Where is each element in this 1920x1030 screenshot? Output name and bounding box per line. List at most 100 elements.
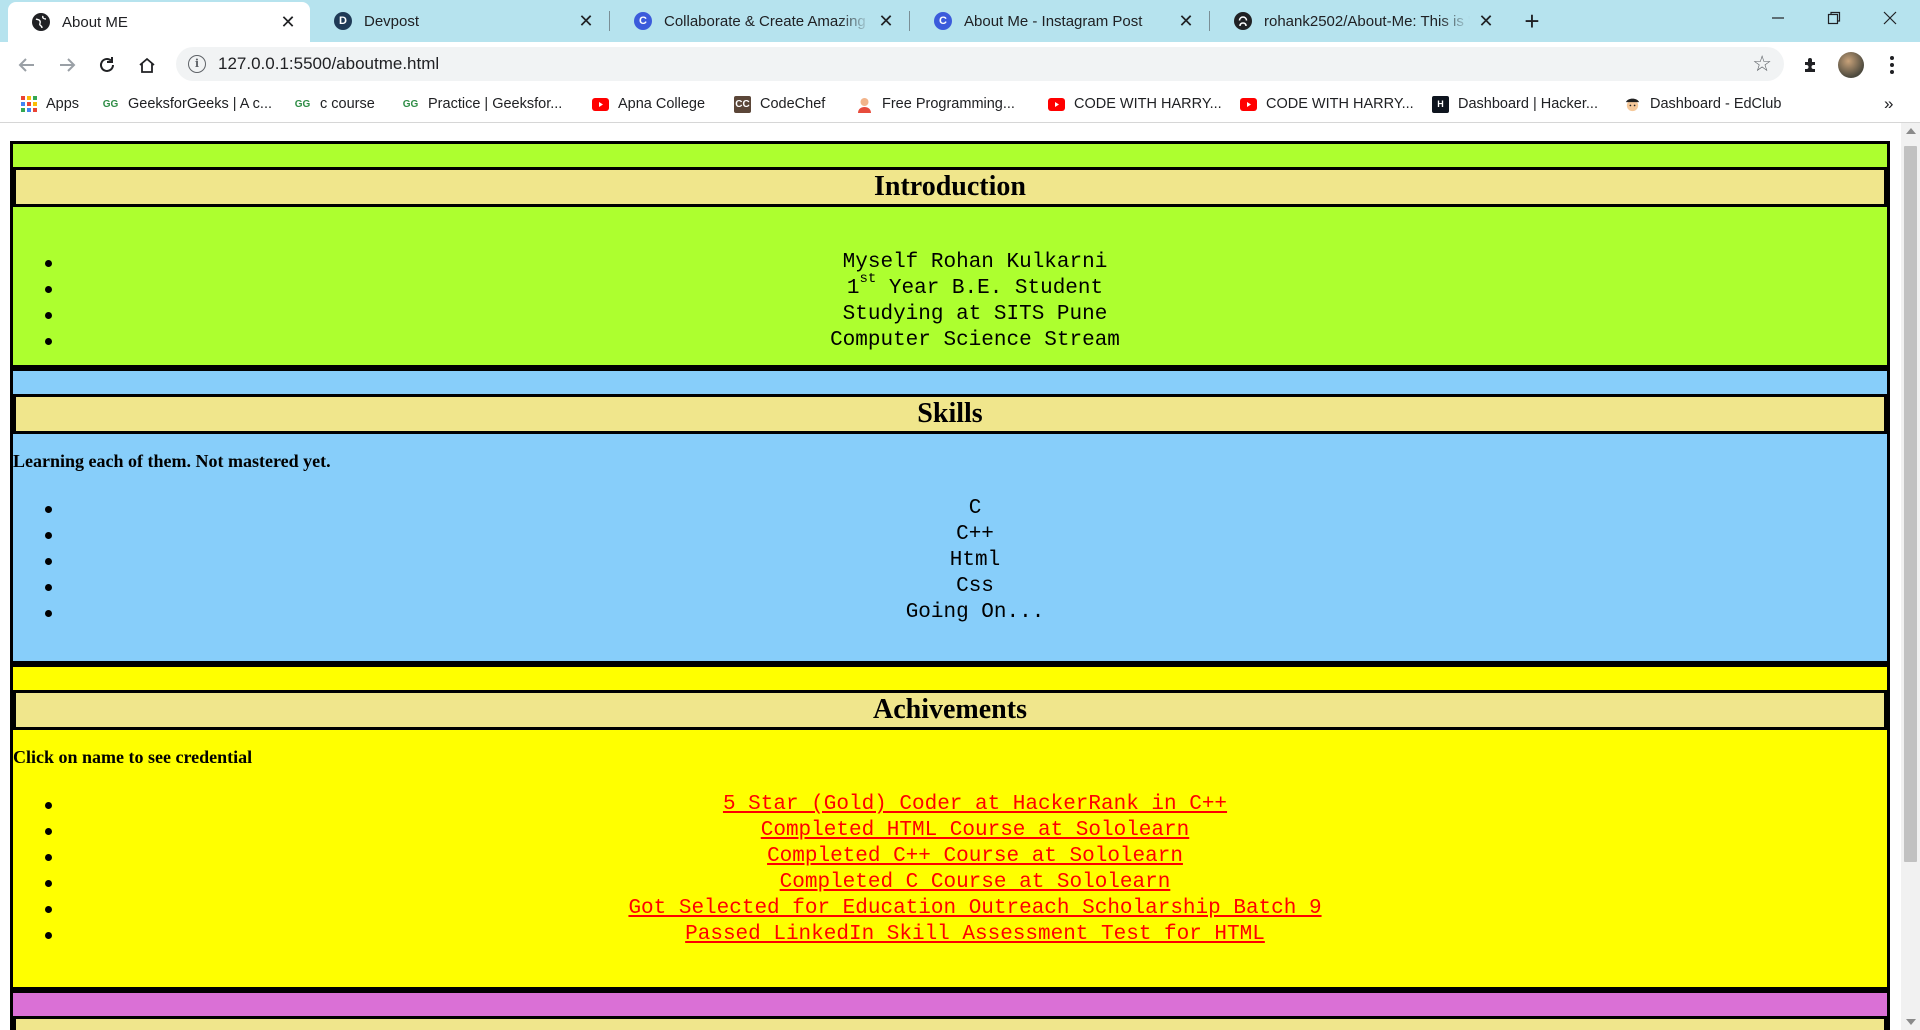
- tab-about-me[interactable]: About ME ✕: [8, 2, 310, 42]
- minimize-icon[interactable]: [1750, 0, 1806, 36]
- hackerrank-icon: H: [1432, 95, 1449, 113]
- devpost-icon: D: [334, 12, 352, 30]
- youtube-icon: [1048, 96, 1065, 113]
- bookmark-label: Practice | Geeksfor...: [428, 96, 563, 112]
- github-icon: [1234, 12, 1252, 30]
- credential-link-html-course[interactable]: Completed HTML Course at Sololearn: [761, 819, 1189, 842]
- more-bookmarks-icon[interactable]: »: [1884, 94, 1893, 114]
- credential-link-cpp-course[interactable]: Completed C++ Course at Sololearn: [767, 845, 1183, 868]
- tab-collaborate[interactable]: C Collaborate & Create Amazing G ✕: [610, 0, 908, 42]
- list-item: Html: [13, 548, 1887, 574]
- gfg-icon: GG: [294, 98, 311, 110]
- reload-icon[interactable]: [92, 50, 122, 80]
- tab-title: Devpost: [364, 12, 420, 30]
- menu-icon[interactable]: [1882, 50, 1902, 80]
- bookmark-star-icon[interactable]: ☆: [1752, 51, 1772, 77]
- bookmark-label: Dashboard | Hacker...: [1458, 96, 1598, 112]
- introduction-list: Myself Rohan Kulkarni 1st Year B.E. Stud…: [13, 250, 1887, 354]
- skills-list: C C++ Html Css Going On...: [13, 496, 1887, 626]
- bookmarks-bar: Apps GG GeeksforGeeks | A c... GG c cour…: [0, 87, 1920, 123]
- list-item: Going On...: [13, 600, 1887, 626]
- scrollbar-thumb[interactable]: [1904, 146, 1917, 862]
- list-item: 1st Year B.E. Student: [13, 272, 1887, 302]
- bookmark-label: Dashboard - EdClub: [1650, 96, 1782, 112]
- bookmark-codechef[interactable]: CC CodeChef: [734, 87, 825, 121]
- skills-section: Skills Learning each of them. Not master…: [10, 368, 1890, 664]
- list-item: Completed HTML Course at Sololearn: [13, 818, 1887, 844]
- youtube-icon: [1240, 96, 1257, 113]
- achievements-note: Click on name to see credential: [13, 747, 253, 767]
- bookmark-label: c course: [320, 96, 375, 112]
- achievements-heading: Achivements: [13, 690, 1887, 730]
- credential-link-hackerrank[interactable]: 5 Star (Gold) Coder at HackerRank in C++: [723, 793, 1227, 816]
- close-tab-icon[interactable]: ✕: [1476, 11, 1496, 31]
- scroll-up-icon[interactable]: [1906, 128, 1916, 134]
- close-tab-icon[interactable]: ✕: [278, 12, 298, 32]
- gfg-icon: GG: [102, 98, 119, 110]
- bookmark-label: CODE WITH HARRY...: [1074, 96, 1222, 112]
- credential-link-c-course[interactable]: Completed C Course at Sololearn: [780, 871, 1171, 894]
- bookmark-geeksforgeeks[interactable]: GG GeeksforGeeks | A c...: [102, 87, 272, 121]
- gfg-icon: GG: [402, 98, 419, 110]
- tab-github[interactable]: rohank2502/About-Me: This is "A ✕: [1210, 0, 1508, 42]
- profile-avatar[interactable]: [1838, 52, 1864, 78]
- skills-note: Learning each of them. Not mastered yet.: [13, 451, 331, 471]
- page-scrollbar[interactable]: [1901, 123, 1920, 1030]
- list-item: Passed LinkedIn Skill Assessment Test fo…: [13, 922, 1887, 948]
- bookmark-code-with-harry-2[interactable]: CODE WITH HARRY...: [1240, 87, 1414, 121]
- tab-devpost[interactable]: D Devpost ✕: [310, 0, 608, 42]
- bookmark-label: Free Programming...: [882, 96, 1015, 112]
- bookmark-apps[interactable]: Apps: [20, 87, 79, 121]
- introduction-section: Introduction Myself Rohan Kulkarni 1st Y…: [10, 141, 1890, 368]
- bookmark-hackerrank[interactable]: H Dashboard | Hacker...: [1432, 87, 1598, 121]
- list-item: C: [13, 496, 1887, 522]
- url-text[interactable]: 127.0.0.1:5500/aboutme.html: [218, 47, 439, 81]
- globe-icon: [32, 13, 50, 31]
- bookmark-label: Apps: [46, 96, 80, 112]
- restore-icon[interactable]: [1806, 0, 1862, 36]
- bookmark-free-programming[interactable]: Free Programming...: [856, 87, 1015, 121]
- bookmark-label: CODE WITH HARRY...: [1266, 96, 1414, 112]
- list-item: Css: [13, 574, 1887, 600]
- bookmark-edclub[interactable]: Dashboard - EdClub: [1624, 87, 1781, 121]
- bookmark-c-course[interactable]: GG c course: [294, 87, 375, 121]
- credential-link-linkedin[interactable]: Passed LinkedIn Skill Assessment Test fo…: [685, 923, 1265, 946]
- tab-title: Collaborate & Create Amazing G: [664, 12, 870, 30]
- list-item: Studying at SITS Pune: [13, 302, 1887, 328]
- canva-icon: C: [634, 12, 652, 30]
- close-tab-icon[interactable]: ✕: [1176, 11, 1196, 31]
- list-item: Myself Rohan Kulkarni: [13, 250, 1887, 276]
- new-tab-icon[interactable]: +: [1518, 8, 1546, 36]
- codechef-icon: CC: [734, 95, 751, 113]
- tab-title: About ME: [62, 13, 128, 31]
- site-info-icon[interactable]: i: [188, 55, 206, 73]
- bookmark-apna-college[interactable]: Apna College: [592, 87, 705, 121]
- bookmark-code-with-harry-1[interactable]: CODE WITH HARRY...: [1048, 87, 1222, 121]
- bookmark-practice-gfg[interactable]: GG Practice | Geeksfor...: [402, 87, 563, 121]
- bookmark-label: GeeksforGeeks | A c...: [128, 96, 272, 112]
- list-item: Completed C Course at Sololearn: [13, 870, 1887, 896]
- close-tab-icon[interactable]: ✕: [576, 11, 596, 31]
- browser-toolbar: i 127.0.0.1:5500/aboutme.html ☆: [0, 42, 1920, 87]
- forward-icon[interactable]: [52, 50, 82, 80]
- tab-title: rohank2502/About-Me: This is "A: [1264, 12, 1470, 30]
- back-icon[interactable]: [12, 50, 42, 80]
- next-section: [10, 990, 1890, 1030]
- credential-link-scholarship[interactable]: Got Selected for Education Outreach Scho…: [628, 897, 1321, 920]
- canva-icon: C: [934, 12, 952, 30]
- home-icon[interactable]: [132, 50, 162, 80]
- extensions-icon[interactable]: [1796, 50, 1826, 80]
- close-tab-icon[interactable]: ✕: [876, 11, 896, 31]
- list-item: C++: [13, 522, 1887, 548]
- scroll-down-icon[interactable]: [1906, 1019, 1916, 1025]
- page-viewport: Introduction Myself Rohan Kulkarni 1st Y…: [0, 123, 1901, 1030]
- list-item: Completed C++ Course at Sololearn: [13, 844, 1887, 870]
- close-window-icon[interactable]: [1862, 0, 1918, 36]
- address-bar[interactable]: i 127.0.0.1:5500/aboutme.html ☆: [176, 47, 1784, 81]
- bookmark-label: CodeChef: [760, 96, 826, 112]
- tab-title: About Me - Instagram Post: [964, 12, 1143, 30]
- tab-instagram-post[interactable]: C About Me - Instagram Post ✕: [910, 0, 1208, 42]
- tab-strip: About ME ✕ D Devpost ✕ C Collaborate & C…: [0, 0, 1920, 42]
- bookmark-label: Apna College: [618, 96, 706, 112]
- list-item: Computer Science Stream: [13, 328, 1887, 354]
